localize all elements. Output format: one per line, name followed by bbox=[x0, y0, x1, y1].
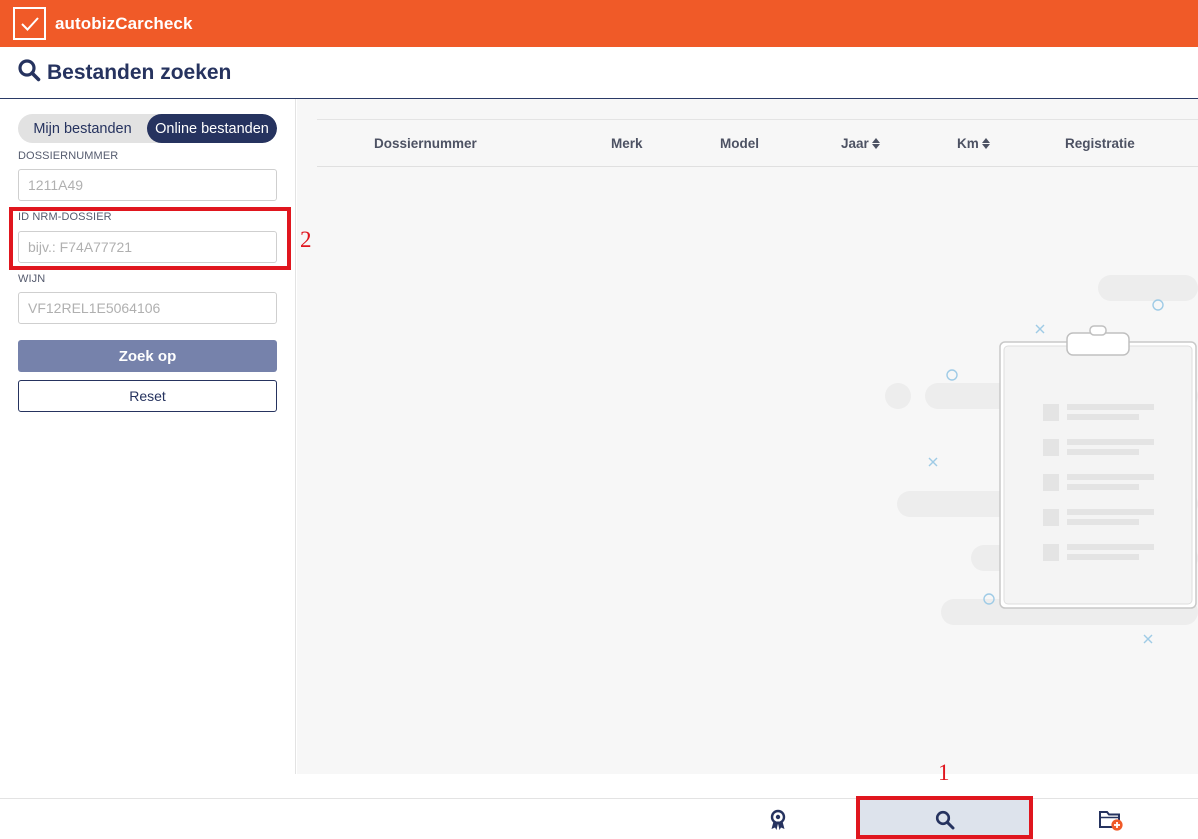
brand-name: autobizCarcheck bbox=[55, 13, 193, 33]
check-logo-icon bbox=[13, 7, 46, 40]
dossier-number-input[interactable] bbox=[18, 169, 277, 201]
nav-search-button[interactable] bbox=[860, 799, 1030, 839]
sort-icon bbox=[871, 137, 880, 149]
sort-icon bbox=[981, 137, 990, 149]
results-table-header: Dossiernummer Merk Model Jaar Km Registr… bbox=[317, 119, 1198, 167]
nrm-dossier-id-input[interactable] bbox=[18, 231, 277, 263]
top-bar: autobizCarcheck bbox=[0, 0, 1198, 47]
search-icon bbox=[17, 58, 41, 87]
dossier-number-label: DOSSIERNUMMER bbox=[18, 150, 119, 162]
column-dossier-number[interactable]: Dossiernummer bbox=[374, 120, 477, 166]
reset-button[interactable]: Reset bbox=[18, 380, 277, 412]
vin-input[interactable] bbox=[18, 292, 277, 324]
column-model[interactable]: Model bbox=[720, 120, 759, 166]
tab-online-files[interactable]: Online bestanden bbox=[147, 114, 277, 143]
search-sidebar: Mijn bestanden Online bestanden DOSSIERN… bbox=[0, 99, 296, 774]
page-header: Bestanden zoeken bbox=[0, 47, 1198, 99]
search-button[interactable]: Zoek op bbox=[18, 340, 277, 372]
annotation-number-2: 2 bbox=[300, 227, 312, 252]
column-year[interactable]: Jaar bbox=[841, 120, 880, 166]
app-window: autobizCarcheck Bestanden zoeken Mijn be… bbox=[0, 0, 1198, 839]
search-icon bbox=[935, 810, 955, 829]
page-title: Bestanden zoeken bbox=[47, 60, 232, 84]
nrm-dossier-id-label: ID NRM-DOSSIER bbox=[18, 211, 112, 223]
vin-label: WIJN bbox=[18, 273, 46, 285]
award-badge-icon bbox=[770, 809, 786, 830]
tab-my-files[interactable]: Mijn bestanden bbox=[18, 114, 147, 143]
folder-add-icon bbox=[1099, 810, 1123, 831]
column-km[interactable]: Km bbox=[957, 120, 990, 166]
empty-clipboard-icon bbox=[885, 275, 1198, 644]
nav-award-button[interactable] bbox=[745, 799, 811, 839]
annotation-number-1: 1 bbox=[938, 760, 950, 785]
results-panel: Dossiernummer Merk Model Jaar Km Registr… bbox=[297, 99, 1198, 774]
nav-add-folder-button[interactable] bbox=[1078, 799, 1144, 839]
source-toggle: Mijn bestanden Online bestanden bbox=[18, 114, 277, 143]
bottom-nav bbox=[0, 798, 1198, 839]
column-registration[interactable]: Registratie bbox=[1065, 120, 1135, 166]
column-make[interactable]: Merk bbox=[611, 120, 643, 166]
